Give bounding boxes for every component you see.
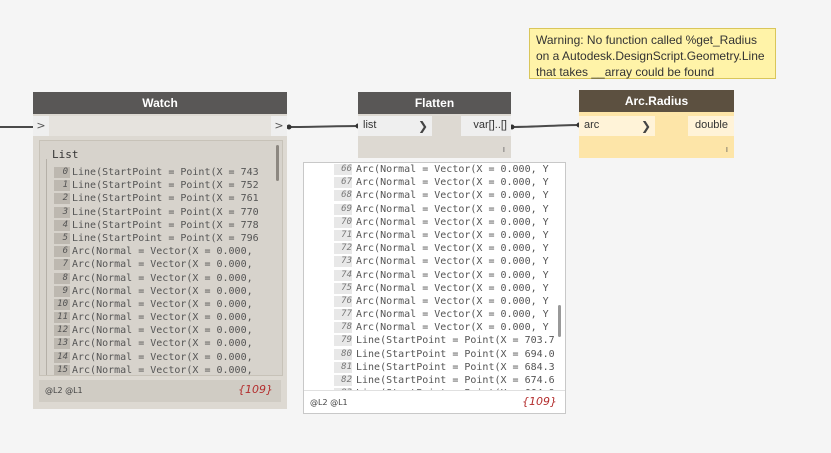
watch-list-view[interactable]: List 0 Line(StartPoint = Point(X = 743 1 Li… [39,140,283,376]
preview-scrollbar[interactable] [558,305,561,337]
watch-count: {109} [238,383,273,396]
flatten-lacing-indicator[interactable]: I [503,146,505,154]
watch-output-port[interactable]: > [271,116,287,136]
watch-port-row: > > [33,114,287,138]
watch-list-item[interactable]: 7 Arc(Normal = Vector(X = 0.000, [54,254,259,271]
warning-text: Warning: No function called %get_Radius … [536,33,765,79]
arc-radius-lacing-indicator[interactable]: I [726,146,728,154]
arc-radius-input-port[interactable]: arc ❯ [579,116,655,136]
watch-list-item[interactable]: 15 Arc(Normal = Vector(X = 0.000, [54,360,259,375]
watch-list-item[interactable]: 16Arc(Normal = Vector(X = 0.000 [54,373,259,375]
flatten-node[interactable]: Flatten list ❯ var[]..[] I [358,92,511,158]
preview-list-item[interactable]: 76 Arc(Normal = Vector(X = 0.000, Y [334,291,555,307]
preview-list-item[interactable]: 73 Arc(Normal = Vector(X = 0.000, Y [334,251,555,268]
watch-port-bar [49,116,271,136]
preview-list-item[interactable]: 75 Arc(Normal = Vector(X = 0.000, Y [334,278,555,294]
chevron-right-icon: ❯ [417,119,428,133]
preview-list-item[interactable]: 77 Arc(Normal = Vector(X = 0.000, Y [334,304,555,321]
flatten-output-port[interactable]: var[]..[] [461,116,511,136]
warning-bubble: Warning: No function called %get_Radius … [529,28,776,79]
preview-list-item[interactable]: 80 Line(StartPoint = Point(X = 694.0 [334,344,555,360]
preview-list-item[interactable]: 66 Arc(Normal = Vector(X = 0.000, Y [334,163,555,175]
preview-list-item[interactable]: 68 Arc(Normal = Vector(X = 0.000, Y [334,185,555,202]
preview-count: {109} [522,395,557,408]
flatten-output-label: var[]..[] [473,119,507,131]
flatten-input-port[interactable]: list ❯ [358,116,432,136]
watch-list-item[interactable]: 8 Arc(Normal = Vector(X = 0.000, [54,268,259,284]
arc-radius-output-label: double [694,119,728,131]
watch-list-item[interactable]: 11 Arc(Normal = Vector(X = 0.000, [54,307,259,324]
arc-radius-node[interactable]: Arc.Radius arc ❯ double I [579,90,734,158]
watch-list-item[interactable]: 5 Line(StartPoint = Point(X = 796 [54,228,259,244]
preview-list-item[interactable]: 81 Line(StartPoint = Point(X = 684.3 [334,357,555,373]
flatten-input-label: list [363,119,377,131]
preview-footer: @L2 @L1 {109} [304,390,565,413]
preview-list-item[interactable]: 78 Arc(Normal = Vector(X = 0.000, Y [334,317,555,334]
watch-list-rows: 0 Line(StartPoint = Point(X = 743 1 Line(St… [54,162,259,375]
watch-node[interactable]: Watch > > List 0 Line(StartPoint = Point(… [33,92,287,409]
watch-list-item[interactable]: 6 Arc(Normal = Vector(X = 0.000, [54,241,259,258]
preview-list-item[interactable]: 71 Arc(Normal = Vector(X = 0.000, Y [334,225,555,241]
preview-list-item[interactable]: 67 Arc(Normal = Vector(X = 0.000, Y [334,172,555,189]
watch-scrollbar[interactable] [276,145,279,181]
preview-levels[interactable]: @L2 @L1 [310,398,348,407]
wire-watch-to-flatten [288,125,359,128]
watch-list-item[interactable]: 13 Arc(Normal = Vector(X = 0.000, [54,333,259,350]
watch-list-item[interactable]: 0 Line(StartPoint = Point(X = 743 [54,162,259,178]
arc-radius-input-label: arc [584,119,600,131]
watch-list-item[interactable]: 1 Line(StartPoint = Point(X = 752 [54,175,259,192]
port-dot-watch-out [286,124,292,130]
wire-flatten-to-arcradius [510,124,580,128]
watch-list-item[interactable]: 9 Arc(Normal = Vector(X = 0.000, [54,281,259,297]
watch-input-port[interactable]: > [33,116,49,136]
arc-radius-output-port[interactable]: double [688,116,734,136]
preview-list-item[interactable]: 69 Arc(Normal = Vector(X = 0.000, Y [334,199,555,215]
watch-levels[interactable]: @L2 @L1 [45,386,83,395]
watch-tree-line [46,159,47,375]
arc-radius-node-title[interactable]: Arc.Radius [579,90,734,112]
watch-node-title[interactable]: Watch [33,92,287,114]
watch-list-item[interactable]: 2 Line(StartPoint = Point(X = 761 [54,188,259,205]
watch-list-item[interactable]: 4 Line(StartPoint = Point(X = 778 [54,215,259,231]
preview-list-item[interactable]: 70 Arc(Normal = Vector(X = 0.000, Y [334,212,555,228]
watch-list-title: List [52,148,79,161]
chevron-right-icon: ❯ [640,119,651,133]
watch-list-item[interactable]: 12 Arc(Normal = Vector(X = 0.000, [54,320,259,337]
preview-list-item[interactable]: 79 Line(StartPoint = Point(X = 703.7 [334,330,555,347]
flatten-preview-panel[interactable]: 66 Arc(Normal = Vector(X = 0.000, Y 67 Arc(… [303,162,566,414]
flatten-node-title[interactable]: Flatten [358,92,511,114]
watch-list-item[interactable]: 10 Arc(Normal = Vector(X = 0.000, [54,294,259,310]
preview-list-rows: 66 Arc(Normal = Vector(X = 0.000, Y 67 Arc(… [334,163,555,400]
preview-list-item[interactable]: 72 Arc(Normal = Vector(X = 0.000, Y [334,238,555,255]
preview-list-item[interactable]: 74 Arc(Normal = Vector(X = 0.000, Y [334,265,555,281]
watch-footer: @L2 @L1 {109} [39,380,281,402]
watch-list-item[interactable]: 3 Line(StartPoint = Point(X = 770 [54,202,259,218]
preview-list-item[interactable]: 82 Line(StartPoint = Point(X = 674.6 [334,370,555,386]
watch-list-item[interactable]: 14 Arc(Normal = Vector(X = 0.000, [54,347,259,363]
